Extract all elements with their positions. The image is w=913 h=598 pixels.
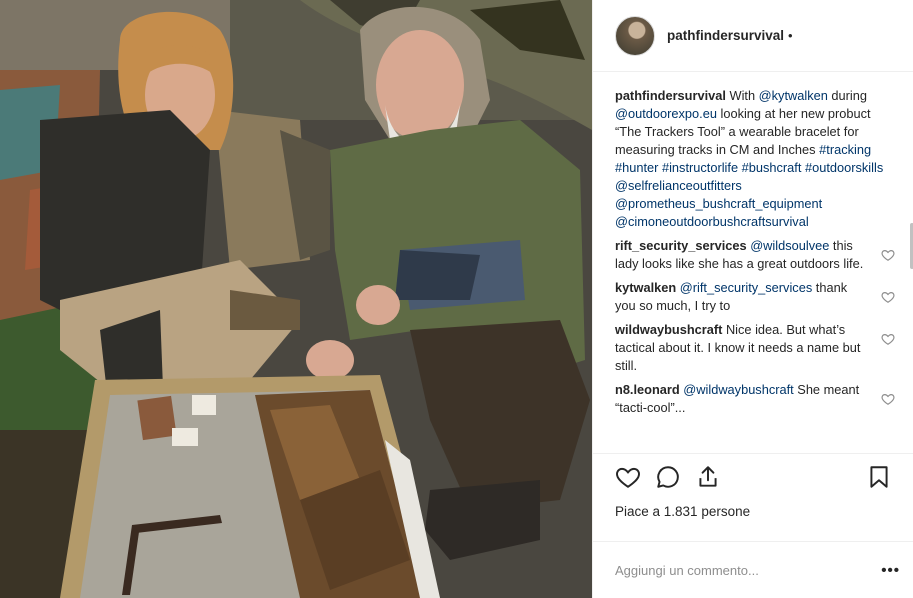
mention-link[interactable]: @outdoorexpo.eu (615, 106, 717, 121)
mention-link[interactable]: @selfrelianceoutfitters (615, 178, 742, 193)
mention-link[interactable]: @prometheus_bushcraft_equipment (615, 196, 822, 211)
mention-link[interactable]: @wildsoulvee (750, 238, 829, 253)
header-username[interactable]: pathfindersurvival (667, 28, 784, 43)
hashtag-link[interactable]: #outdoorskills (805, 160, 883, 175)
comment-username[interactable]: wildwaybushcraft (615, 322, 722, 337)
comment-username[interactable]: kytwalken (615, 280, 676, 295)
action-icons-row (615, 464, 892, 490)
comment-bubble-icon[interactable] (655, 464, 681, 490)
post-header: pathfindersurvival • (593, 0, 913, 72)
mention-link[interactable]: @kytwalken (759, 88, 828, 103)
heart-icon[interactable] (615, 464, 641, 490)
caption-text: With (725, 88, 759, 103)
mention-link[interactable]: @wildwaybushcraft (683, 382, 793, 397)
comment-item: n8.leonard @wildwaybushcraft She meant “… (615, 381, 895, 417)
post-photo[interactable] (0, 0, 592, 598)
heart-icon[interactable] (881, 290, 895, 304)
heart-icon[interactable] (881, 332, 895, 346)
post-caption: pathfindersurvival With @kytwalken durin… (615, 87, 895, 231)
share-icon[interactable] (695, 464, 721, 490)
post-actions: Piace a 1.831 persone (593, 453, 913, 519)
comment-input[interactable] (615, 562, 882, 578)
post-image (0, 0, 592, 598)
comment-item: kytwalken @rift_security_services thank … (615, 279, 895, 315)
more-options-icon[interactable]: ••• (881, 562, 900, 579)
comment-item: rift_security_services @wildsoulvee this… (615, 237, 895, 273)
likes-count[interactable]: Piace a 1.831 persone (615, 504, 892, 519)
hashtag-link[interactable]: #bushcraft (742, 160, 802, 175)
hashtag-link[interactable]: #instructorlife (662, 160, 738, 175)
mention-link[interactable]: @rift_security_services (680, 280, 812, 295)
comment-username[interactable]: n8.leonard (615, 382, 680, 397)
comment-item: wildwaybushcraft Nice idea. But what’s t… (615, 321, 895, 375)
mention-link[interactable]: @cimoneoutdoorbushcraftsurvival (615, 214, 809, 229)
heart-icon[interactable] (881, 248, 895, 262)
hashtag-link[interactable]: #tracking (819, 142, 871, 157)
header-separator: • (788, 28, 793, 43)
bookmark-icon[interactable] (866, 464, 892, 490)
comments-list[interactable]: pathfindersurvival With @kytwalken durin… (593, 73, 913, 453)
caption-username[interactable]: pathfindersurvival (615, 88, 726, 103)
comment-username[interactable]: rift_security_services (615, 238, 747, 253)
post-side-panel: pathfindersurvival • pathfindersurvival … (592, 0, 913, 598)
add-comment-bar: ••• (593, 541, 913, 598)
caption-text: during (827, 88, 867, 103)
heart-icon[interactable] (881, 392, 895, 406)
hashtag-link[interactable]: #hunter (615, 160, 658, 175)
avatar[interactable] (615, 15, 655, 56)
